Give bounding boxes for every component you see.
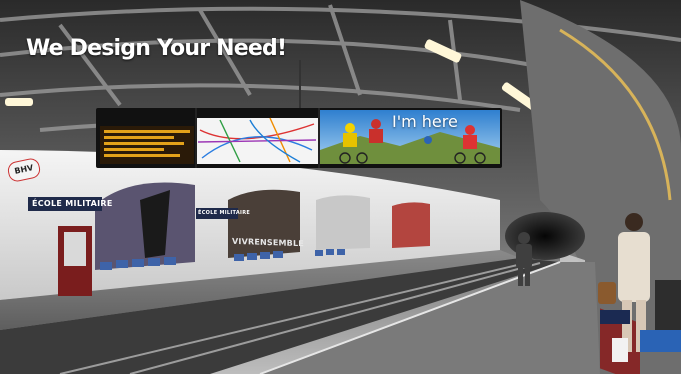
station-sign-left-text: ÉCOLE MILITAIRE [32,199,113,208]
ad-slogan: I'm here [392,112,458,131]
kiosk-screen [64,232,86,266]
metro-station-photo: We Design Your Need! I'm here ÉCOLE MILI… [0,0,681,374]
station-sign-right-text: ÉCOLE MILITAIRE [198,210,251,216]
headline: We Design Your Need! [26,36,287,61]
